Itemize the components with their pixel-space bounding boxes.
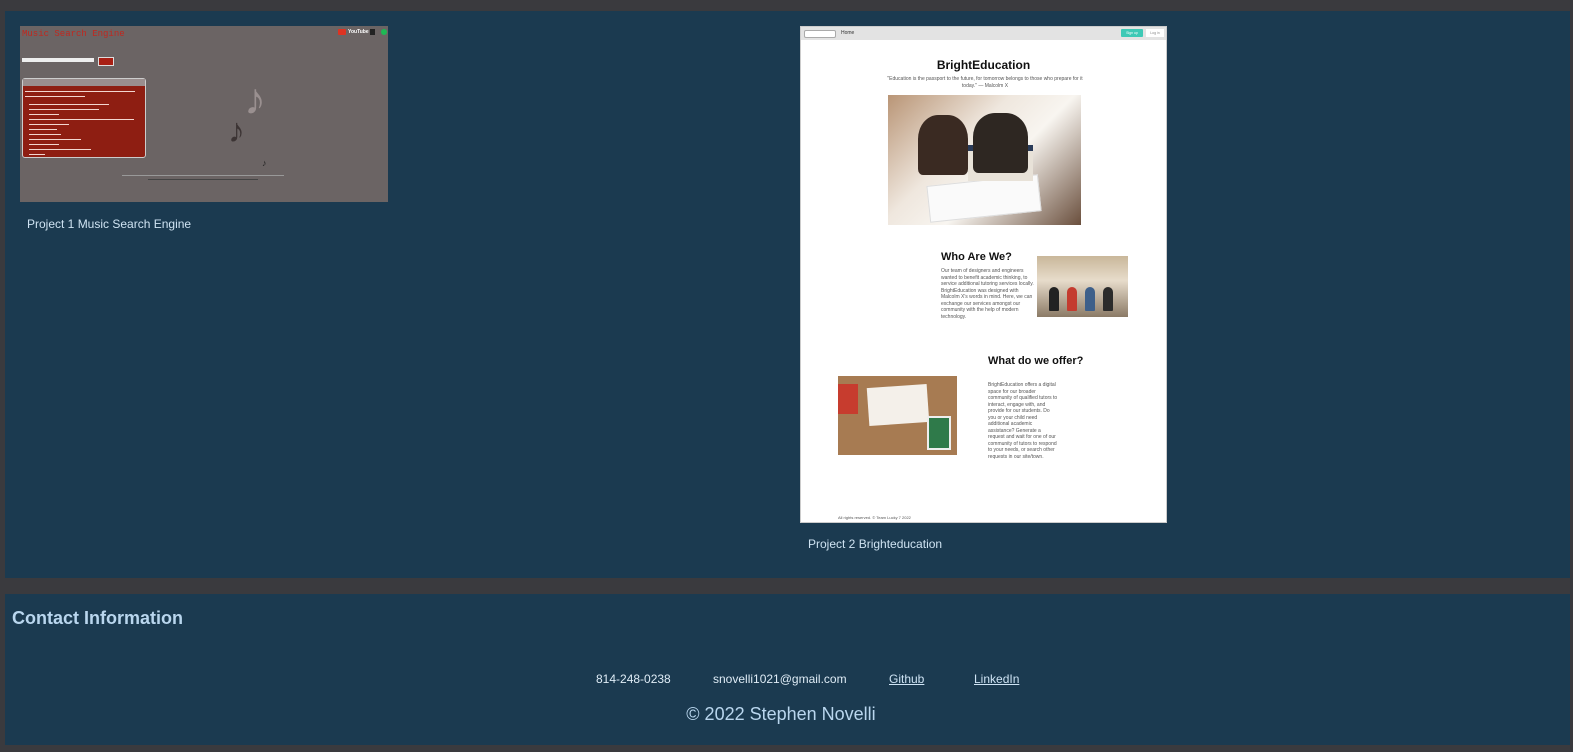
project-1-title[interactable]: Project 1 Music Search Engine	[27, 217, 191, 231]
music-note-icon: ♪	[262, 158, 267, 168]
results-line	[29, 154, 45, 155]
nav-home-link: Home	[841, 30, 855, 36]
phone-number: 814-248-0238	[596, 672, 671, 686]
open-book-shape	[866, 383, 930, 427]
brighteducation-title: BrightEducation	[936, 58, 1031, 72]
results-line	[29, 149, 91, 150]
results-line	[25, 96, 85, 97]
contact-section: Contact Information 814-248-0238 snovell…	[5, 594, 1570, 745]
results-line	[29, 104, 109, 105]
music-search-engine-title: Music Search Engine	[22, 29, 125, 39]
person-shape	[1049, 287, 1059, 311]
copyright-text: © 2022 Stephen Novelli	[686, 704, 876, 724]
paper-shape	[926, 174, 1042, 223]
results-line	[29, 109, 99, 110]
github-link[interactable]: Github	[889, 672, 924, 686]
book-shape	[927, 416, 951, 450]
results-line	[29, 114, 59, 115]
who-are-we-text: Our team of designers and engineers want…	[941, 268, 1034, 320]
contact-heading: Contact Information	[12, 608, 183, 628]
results-line	[25, 91, 135, 92]
person-shape	[1067, 287, 1077, 311]
who-are-we-heading: Who Are We?	[941, 251, 1012, 263]
youtube-icon	[338, 29, 346, 35]
results-line	[29, 124, 69, 125]
spotify-icon	[381, 29, 387, 35]
results-panel	[22, 78, 146, 158]
contact-links: 814-248-0238 snovelli1021@gmail.com Gith…	[5, 672, 1570, 686]
students-photo	[888, 95, 1081, 225]
divider	[122, 175, 284, 176]
music-note-icon: ♪	[228, 112, 245, 150]
login-button: Log in	[1146, 29, 1164, 37]
results-line	[29, 134, 61, 135]
nav-logo	[804, 30, 836, 38]
person-shape	[1103, 287, 1113, 311]
results-header	[23, 79, 145, 86]
book-shape	[838, 384, 858, 414]
results-line	[29, 119, 134, 120]
email-address: snovelli1021@gmail.com	[713, 672, 847, 686]
music-note-icon: ♪	[244, 75, 266, 124]
student-shape	[918, 115, 968, 175]
footer-text: All rights reserved. © Team Lucky 7 2022	[838, 515, 911, 520]
student-shape	[973, 113, 1028, 173]
projects-section: Music Search Engine YouTube ♪ ♪ ♪ Projec…	[5, 11, 1570, 578]
classroom-photo	[1037, 256, 1128, 317]
what-do-we-offer-heading: What do we offer?	[988, 355, 1084, 367]
linkedin-link[interactable]: LinkedIn	[974, 672, 1019, 686]
music-app-icon	[370, 29, 375, 35]
project-1-screenshot[interactable]: Music Search Engine YouTube ♪ ♪ ♪	[20, 26, 388, 202]
signup-button: Sign up	[1121, 29, 1143, 37]
project-2-screenshot[interactable]: Home Sign up Log in BrightEducation "Edu…	[800, 26, 1167, 523]
footer-text	[148, 179, 258, 180]
search-input	[22, 58, 94, 62]
what-do-we-offer-text: BrightEducation offers a digital space f…	[988, 382, 1058, 460]
search-button	[98, 57, 114, 66]
results-line	[29, 139, 81, 140]
results-line	[29, 129, 57, 130]
quote-text: "Education is the passport to the future…	[887, 76, 1083, 89]
person-shape	[1085, 287, 1095, 311]
youtube-label: YouTube	[348, 29, 369, 35]
results-line	[29, 144, 59, 145]
books-photo	[838, 376, 957, 455]
nav-bar: Home Sign up Log in	[801, 27, 1166, 40]
project-2-title[interactable]: Project 2 Brighteducation	[808, 537, 942, 551]
